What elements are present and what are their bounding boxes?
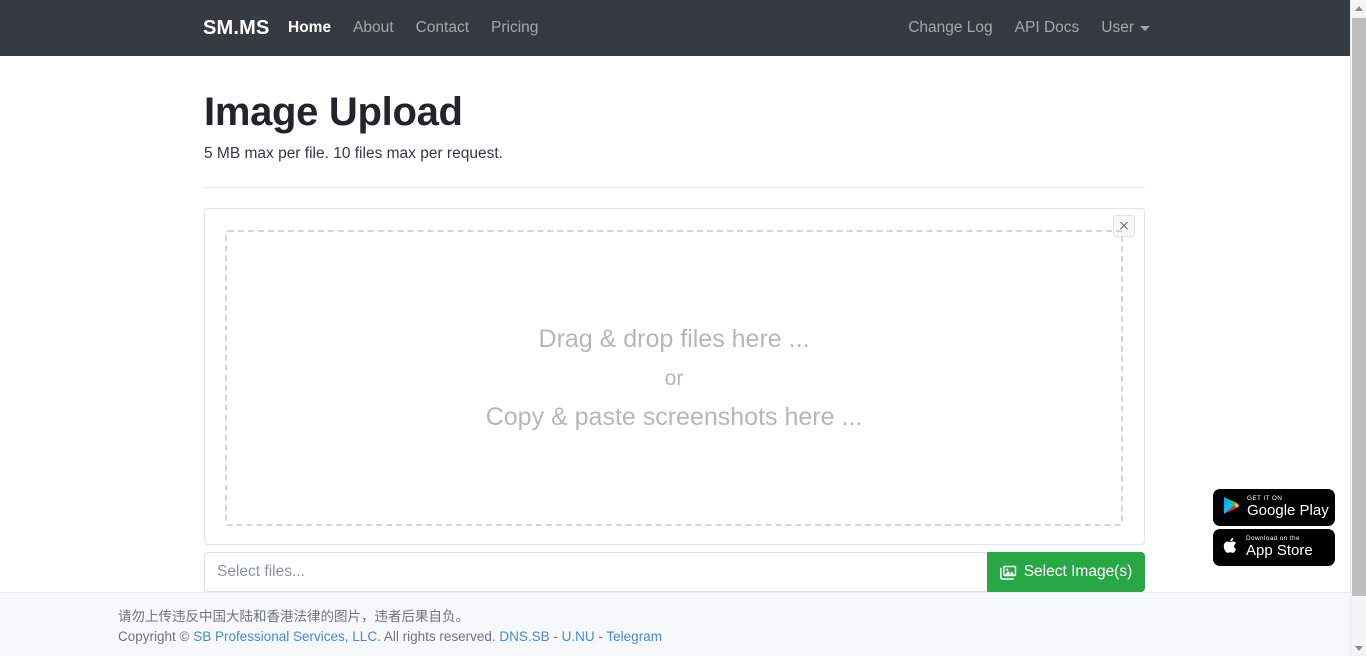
caret-up-icon[interactable] <box>1351 0 1366 16</box>
file-dropzone[interactable]: Drag & drop files here ... or Copy & pas… <box>225 230 1123 526</box>
image-icon <box>999 565 1017 580</box>
nav-link-api-docs[interactable]: API Docs <box>1015 18 1080 38</box>
nav-user-dropdown[interactable]: User <box>1101 18 1150 38</box>
select-images-button[interactable]: Select Image(s) <box>987 552 1145 592</box>
rights-text: . All rights reserved. <box>377 629 500 644</box>
dropzone-line-1: Drag & drop files here ... <box>538 324 810 353</box>
footer-notice: 请勿上传违反中国大陆和香港法律的图片，违者后果自负。 <box>118 609 469 625</box>
dropzone-line-3: Copy & paste screenshots here ... <box>485 402 863 431</box>
footer-sep-1: - <box>549 629 562 644</box>
page-subtitle: 5 MB max per file. 10 files max per requ… <box>204 145 503 162</box>
app-store-text: Download on the App Store <box>1246 534 1313 560</box>
browser-scrollbar[interactable] <box>1350 0 1366 656</box>
main-content: Image Upload 5 MB max per file. 10 files… <box>0 56 1350 592</box>
file-input-group: Select Image(s) <box>204 552 1145 592</box>
footer-sep-2: - <box>594 629 607 644</box>
secondary-nav: Change Log API Docs User <box>908 18 1150 38</box>
brand-logo[interactable]: SM.MS <box>203 16 270 40</box>
caret-down-icon[interactable] <box>1351 640 1366 656</box>
title-divider <box>204 187 1145 188</box>
nav-link-change-log[interactable]: Change Log <box>908 18 992 38</box>
page-title: Image Upload <box>204 90 463 134</box>
page-footer: 请勿上传违反中国大陆和香港法律的图片，违者后果自负。 Copyright © S… <box>0 592 1350 656</box>
app-store-top-label: Download on the <box>1246 534 1300 542</box>
footer-copyright: Copyright © SB Professional Services, LL… <box>118 627 662 647</box>
apple-icon <box>1223 536 1239 560</box>
nav-link-home[interactable]: Home <box>288 18 331 38</box>
google-play-top-label: GET IT ON <box>1247 494 1283 502</box>
select-files-input[interactable] <box>204 552 987 592</box>
select-images-label: Select Image(s) <box>1023 563 1133 580</box>
footer-link-unu[interactable]: U.NU <box>562 629 595 644</box>
app-store-badge[interactable]: Download on the App Store <box>1214 530 1334 565</box>
top-navbar: SM.MS Home About Contact Pricing Change … <box>0 0 1350 56</box>
nav-link-about[interactable]: About <box>353 18 394 38</box>
google-play-text: GET IT ON Google Play <box>1247 494 1329 520</box>
footer-inner: 请勿上传违反中国大陆和香港法律的图片，违者后果自负。 Copyright © S… <box>118 607 662 647</box>
chevron-down-icon <box>1140 25 1150 31</box>
nav-link-contact[interactable]: Contact <box>416 18 469 38</box>
dropzone-line-2: or <box>664 366 684 390</box>
footer-link-company[interactable]: SB Professional Services, LLC <box>193 629 377 644</box>
primary-nav: Home About Contact Pricing <box>288 18 538 38</box>
copyright-prefix: Copyright © <box>118 629 194 644</box>
upload-card: × Drag & drop files here ... or Copy & p… <box>204 208 1145 545</box>
scrollbar-thumb[interactable] <box>1352 18 1366 596</box>
app-store-main-label: App Store <box>1246 542 1313 560</box>
nav-user-label: User <box>1101 19 1134 36</box>
content-container: Image Upload 5 MB max per file. 10 files… <box>204 56 1146 592</box>
page-viewport: SM.MS Home About Contact Pricing Change … <box>0 0 1350 656</box>
google-play-badge[interactable]: GET IT ON Google Play <box>1214 490 1334 525</box>
footer-link-dnssb[interactable]: DNS.SB <box>499 629 549 644</box>
navbar-inner: SM.MS Home About Contact Pricing Change … <box>0 0 1350 56</box>
footer-link-telegram[interactable]: Telegram <box>606 629 662 644</box>
nav-link-pricing[interactable]: Pricing <box>491 18 538 38</box>
google-play-icon <box>1223 496 1240 520</box>
app-badges: GET IT ON Google Play Download on the Ap… <box>1214 490 1334 565</box>
google-play-main-label: Google Play <box>1247 502 1329 520</box>
